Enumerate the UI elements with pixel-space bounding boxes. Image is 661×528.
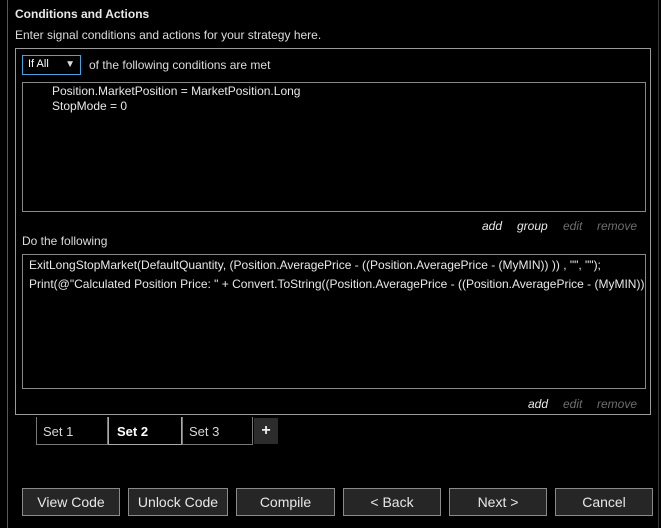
add-set-button[interactable]: + <box>254 418 278 444</box>
action-remove-link[interactable]: remove <box>597 397 637 411</box>
tab-set-2[interactable]: Set 2 <box>108 417 182 445</box>
condition-group-link[interactable]: group <box>517 219 548 233</box>
page-subtitle: Enter signal conditions and actions for … <box>15 28 322 42</box>
condition-line[interactable]: StopMode = 0 <box>52 99 127 113</box>
action-line[interactable]: ExitLongStopMarket(DefaultQuantity, (Pos… <box>29 258 601 272</box>
compile-button[interactable]: Compile <box>236 488 335 516</box>
view-code-button[interactable]: View Code <box>22 488 120 516</box>
condition-line[interactable]: Position.MarketPosition = MarketPosition… <box>52 84 300 98</box>
action-edit-link[interactable]: edit <box>563 397 582 411</box>
tab-set-3[interactable]: Set 3 <box>182 417 253 445</box>
unlock-code-button[interactable]: Unlock Code <box>128 488 228 516</box>
window-left-border <box>7 0 8 528</box>
page-title: Conditions and Actions <box>15 7 150 21</box>
condition-remove-link[interactable]: remove <box>597 219 637 233</box>
condition-mode-label: of the following conditions are met <box>89 58 271 72</box>
condition-add-link[interactable]: add <box>482 219 502 233</box>
action-add-link[interactable]: add <box>528 397 548 411</box>
action-line[interactable]: Print(@"Calculated Position Price: " + C… <box>29 277 645 291</box>
condition-mode-select[interactable]: If All ▼ <box>22 55 81 75</box>
tab-set-1[interactable]: Set 1 <box>36 417 108 445</box>
next-button[interactable]: Next > <box>449 488 547 516</box>
cancel-button[interactable]: Cancel <box>555 488 653 516</box>
window-right-border <box>658 0 659 528</box>
conditions-list[interactable]: Position.MarketPosition = MarketPosition… <box>22 82 646 212</box>
back-button[interactable]: < Back <box>343 488 441 516</box>
actions-list[interactable]: ExitLongStopMarket(DefaultQuantity, (Pos… <box>22 254 646 389</box>
condition-mode-value: If All <box>28 58 49 70</box>
actions-label: Do the following <box>22 234 108 248</box>
condition-edit-link[interactable]: edit <box>563 219 582 233</box>
chevron-down-icon: ▼ <box>65 59 75 70</box>
